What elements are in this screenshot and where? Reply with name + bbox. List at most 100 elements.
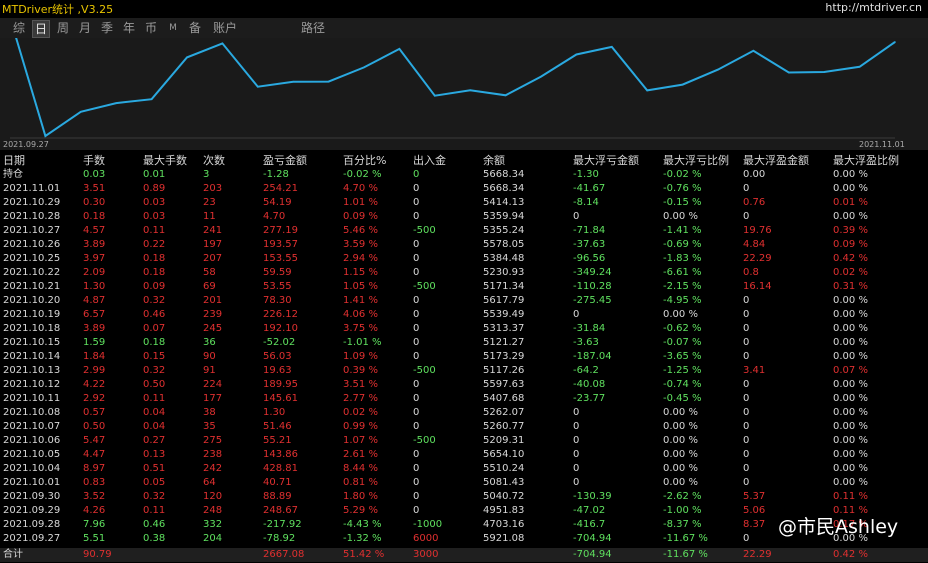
- table-cell: 0.11: [143, 505, 166, 516]
- table-cell: 0: [413, 351, 420, 362]
- site-url[interactable]: http://mtdriver.cn: [825, 1, 922, 14]
- column-header[interactable]: 盈亏金额: [263, 154, 307, 168]
- table-row[interactable]: 2021.10.14 1.84 0.15 90 56.03 1.09 % 0 5173.29 -…: [0, 350, 928, 364]
- table-cell: 91: [203, 365, 216, 376]
- table-cell: 5.46 %: [343, 225, 378, 236]
- column-header[interactable]: 最大手数: [143, 154, 187, 168]
- table-row[interactable]: 2021.10.04 8.97 0.51 242 428.81 8.44 % 0 5510.2…: [0, 462, 928, 476]
- table-cell: 0.00 %: [833, 477, 868, 488]
- total-row: 合计 90.79 2667.08 51.42 % 3000 -704.94 -11.67 %…: [0, 548, 928, 562]
- table-cell: 0.99 %: [343, 421, 378, 432]
- tab-path[interactable]: 路径: [298, 20, 328, 36]
- table-cell: 0: [743, 351, 750, 362]
- table-cell: 3.51 %: [343, 379, 378, 390]
- table-cell: 0: [743, 393, 750, 404]
- row-date: 2021.11.01: [3, 183, 61, 194]
- table-cell: 0.00 %: [833, 351, 868, 362]
- table-cell: 4.47: [83, 449, 106, 460]
- table-cell: 0.00 %: [833, 421, 868, 432]
- column-header[interactable]: 手数: [83, 154, 105, 168]
- table-row[interactable]: 2021.10.07 0.50 0.04 35 51.46 0.99 % 0 5260.77 0…: [0, 420, 928, 434]
- table-cell: 0.00 %: [663, 435, 698, 446]
- chart-start-date: 2021.09.27: [3, 140, 49, 149]
- table-row[interactable]: 2021.10.13 2.99 0.32 91 19.63 0.39 % -500 5117.…: [0, 364, 928, 378]
- table-row[interactable]: 2021.10.28 0.18 0.03 11 4.70 0.09 % 0 5359.94 0 0…: [0, 210, 928, 224]
- table-row[interactable]: 2021.10.29 0.30 0.03 23 54.19 1.01 % 0 5414.13 -…: [0, 196, 928, 210]
- column-header[interactable]: 百分比%: [343, 154, 386, 168]
- table-cell: 7.96: [83, 519, 106, 530]
- table-cell: 0: [743, 463, 750, 474]
- tab-account[interactable]: 账户: [210, 20, 240, 36]
- table-cell: 0.07 %: [833, 365, 868, 376]
- column-header[interactable]: 最大浮亏金额: [573, 154, 639, 168]
- total-cell: 3000: [413, 549, 439, 560]
- table-row[interactable]: 2021.10.05 4.47 0.13 238 143.86 2.61 % 0 5654.1…: [0, 448, 928, 462]
- table-cell: 0.89: [143, 183, 166, 194]
- tab-yearly[interactable]: 年: [120, 20, 138, 36]
- table-cell: 0.32: [143, 491, 166, 502]
- tab-overview[interactable]: 综: [10, 20, 28, 36]
- balance-point: [363, 66, 365, 69]
- column-header[interactable]: 次数: [203, 154, 225, 168]
- tab-currency[interactable]: 币: [142, 20, 160, 36]
- tab-quarterly[interactable]: 季: [98, 20, 116, 36]
- table-row[interactable]: 2021.10.27 4.57 0.11 241 277.19 5.46 % -500 535…: [0, 224, 928, 238]
- column-header[interactable]: 最大浮盈比例: [833, 154, 899, 168]
- table-row[interactable]: 2021.10.12 4.22 0.50 224 189.95 3.51 % 0 5597.6…: [0, 378, 928, 392]
- table-cell: 5.47: [83, 435, 106, 446]
- table-row[interactable]: 2021.10.08 0.57 0.04 38 1.30 0.02 % 0 5262.07 0 0…: [0, 406, 928, 420]
- row-date: 2021.10.26: [3, 239, 61, 250]
- table-row[interactable]: 2021.10.06 5.47 0.27 275 55.21 1.07 % -500 5209…: [0, 434, 928, 448]
- table-row[interactable]: 2021.10.11 2.92 0.11 177 145.61 2.77 % 0 5407.6…: [0, 392, 928, 406]
- table-row[interactable]: 2021.10.21 1.30 0.09 69 53.55 1.05 % -500 5171.…: [0, 280, 928, 294]
- table-cell: 248.67: [263, 505, 298, 516]
- table-row[interactable]: 持仓 0.03 0.01 3 -1.28 -0.02 % 0 5668.34 -1.30 -0.0…: [0, 168, 928, 182]
- tab-m[interactable]: M: [166, 20, 180, 36]
- table-cell: -47.02: [573, 505, 606, 516]
- table-cell: 0.81 %: [343, 477, 378, 488]
- table-row[interactable]: 2021.11.01 3.51 0.89 203 254.21 4.70 % 0 5668.3…: [0, 182, 928, 196]
- table-cell: 0: [413, 477, 420, 488]
- column-header[interactable]: 余额: [483, 154, 505, 168]
- table-row[interactable]: 2021.10.20 4.87 0.32 201 78.30 1.41 % 0 5617.79…: [0, 294, 928, 308]
- table-row[interactable]: 2021.09.30 3.52 0.32 120 88.89 1.80 % 0 5040.72…: [0, 490, 928, 504]
- tab-daily[interactable]: 日: [32, 20, 50, 38]
- table-cell: 5.37: [743, 491, 766, 502]
- table-cell: 3.89: [83, 323, 106, 334]
- tab-monthly[interactable]: 月: [76, 20, 94, 36]
- table-cell: 5081.43: [483, 477, 525, 488]
- table-row[interactable]: 2021.10.25 3.97 0.18 207 153.55 2.94 % 0 5384.4…: [0, 252, 928, 266]
- tab-notes[interactable]: 备: [186, 20, 204, 36]
- column-header[interactable]: 出入金: [413, 154, 446, 168]
- table-cell: 2.99: [83, 365, 106, 376]
- table-row[interactable]: 2021.10.15 1.59 0.18 36 -52.02 -1.01 % 0 5121.2…: [0, 336, 928, 350]
- table-cell: 1.01 %: [343, 197, 378, 208]
- tab-weekly[interactable]: 周: [54, 20, 72, 36]
- table-cell: 1.15 %: [343, 267, 378, 278]
- table-row[interactable]: 2021.10.18 3.89 0.07 245 192.10 3.75 % 0 5313.3…: [0, 322, 928, 336]
- balance-point: [327, 80, 330, 83]
- table-row[interactable]: 2021.10.01 0.83 0.05 64 40.71 0.81 % 0 5081.43 0…: [0, 476, 928, 490]
- table-cell: 0.51: [143, 463, 166, 474]
- column-header[interactable]: 最大浮盈金额: [743, 154, 809, 168]
- column-header[interactable]: 日期: [3, 154, 25, 168]
- row-date: 持仓: [3, 169, 23, 180]
- table-row[interactable]: 2021.10.19 6.57 0.46 239 226.12 4.06 % 0 5539.4…: [0, 308, 928, 322]
- table-cell: -0.69 %: [663, 239, 702, 250]
- table-cell: 11: [203, 211, 216, 222]
- total-cell: 2667.08: [263, 549, 305, 560]
- table-cell: 5230.93: [483, 267, 525, 278]
- table-row[interactable]: 2021.10.26 3.89 0.22 197 193.57 3.59 % 0 5578.0…: [0, 238, 928, 252]
- table-cell: -349.24: [573, 267, 612, 278]
- table-cell: 145.61: [263, 393, 298, 404]
- table-cell: 0.00 %: [833, 183, 868, 194]
- table-row[interactable]: 2021.10.22 2.09 0.18 58 59.59 1.15 % 0 5230.93 -…: [0, 266, 928, 280]
- column-header[interactable]: 最大浮亏比例: [663, 154, 729, 168]
- table-cell: 5209.31: [483, 435, 525, 446]
- table-cell: 1.41 %: [343, 295, 378, 306]
- table-cell: -2.62 %: [663, 491, 702, 502]
- table-cell: -0.74 %: [663, 379, 702, 390]
- table-cell: 3: [203, 169, 210, 180]
- table-cell: 226.12: [263, 309, 298, 320]
- table-cell: 8.97: [83, 463, 106, 474]
